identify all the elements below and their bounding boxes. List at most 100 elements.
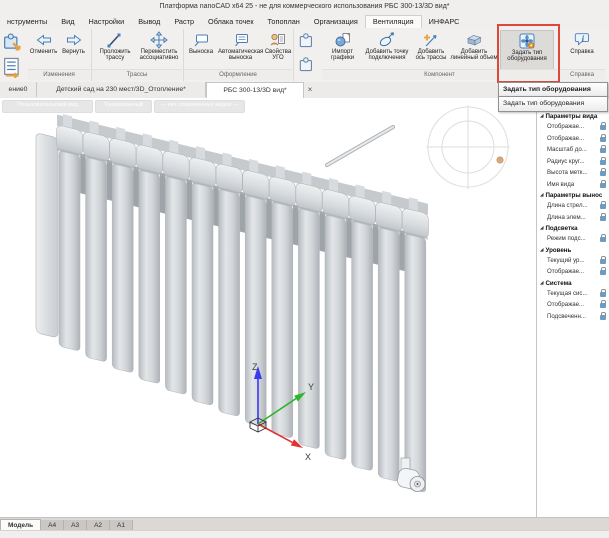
property-row[interactable]: Текущая сис... — [537, 288, 609, 300]
add-route-axis-button[interactable]: Добавить ось трассы — [413, 30, 449, 69]
panel-section-uroven[interactable]: ◢Уровень — [537, 245, 609, 255]
model-3d-canvas: Z Y X — [0, 98, 536, 517]
lock-icon[interactable] — [600, 204, 606, 209]
property-row[interactable]: Подсвеченн... — [537, 311, 609, 323]
property-row[interactable]: Режим подс... — [537, 233, 609, 245]
panel-section-sistema[interactable]: ◢Система — [537, 278, 609, 288]
axis-label-y: Y — [308, 382, 314, 392]
menu-item-organizatsiya[interactable]: Организация — [307, 15, 365, 28]
ribbon-group-trassy: Проложить трассу Переместить ассоциативн… — [91, 29, 184, 81]
undo-button[interactable]: Отменить — [29, 30, 58, 69]
menu-item-nastroyki[interactable]: Настройки — [81, 15, 131, 28]
radiator-model — [36, 108, 429, 494]
button-label: Добавить ось трассы — [416, 49, 447, 61]
property-row[interactable]: Длина элем... — [537, 212, 609, 224]
expander-icon[interactable]: ◢ — [540, 192, 543, 198]
diagonal-line-icon — [106, 31, 124, 49]
property-row[interactable]: Текущий ур... — [537, 255, 609, 267]
ribbon-group-label: Компонент — [322, 69, 557, 80]
doc-tab-otoplenie0[interactable]: ение0 — [0, 82, 37, 97]
button-label: Добавить точку подключения — [366, 49, 409, 61]
redo-button[interactable]: Вернуть — [59, 30, 88, 69]
ugo-properties-button[interactable]: Свойства УГО — [264, 30, 292, 69]
button-label: Добавить линейный объем — [450, 49, 497, 61]
ribbon-group-oformlenie: Выноска Автоматическая выноска Свойства … — [183, 29, 294, 81]
help-button[interactable]: i Справка — [565, 30, 599, 69]
property-row[interactable]: Длина стрел... — [537, 200, 609, 212]
orbit-compass — [426, 105, 510, 189]
ribbon-group-komponent: Импорт графики Добавить точку подключени… — [321, 29, 559, 81]
lock-icon[interactable] — [600, 315, 606, 320]
property-row[interactable]: Масштаб до... — [537, 144, 609, 156]
lock-icon[interactable] — [600, 160, 606, 165]
lock-icon[interactable] — [600, 148, 606, 153]
move-associative-button[interactable]: Переместить ассоциативно — [137, 30, 181, 69]
lock-icon[interactable] — [600, 303, 606, 308]
lock-icon[interactable] — [600, 216, 606, 221]
panel-section-parametry-vida[interactable]: ◢Параметры вида — [537, 111, 609, 121]
ribbon-group-spravka: i Справка Справка — [558, 29, 606, 81]
route-trace-button[interactable]: Проложить трассу — [94, 30, 136, 69]
plus-arrow-icon — [422, 31, 440, 49]
four-way-arrows-icon — [150, 31, 168, 49]
auto-leader-button[interactable]: Автоматическая выноска — [218, 30, 263, 69]
property-row[interactable]: Радиус круг... — [537, 156, 609, 168]
plugin-button-2[interactable] — [297, 31, 321, 55]
lock-icon[interactable] — [600, 292, 606, 297]
property-row[interactable]: Отображае... — [537, 133, 609, 145]
tooltip-title: Задать тип оборудования — [498, 82, 608, 97]
button-label: Проложить трассу — [100, 49, 131, 61]
expander-icon[interactable]: ◢ — [540, 225, 543, 231]
menu-item-instrumenty[interactable]: нструменты — [0, 15, 54, 28]
menu-item-rastr[interactable]: Растр — [167, 15, 201, 28]
list-sheet-icon — [1, 56, 23, 78]
panel-section-parametry-vynosok[interactable]: ◢Параметры вынос — [537, 190, 609, 200]
drawing-viewport[interactable]: Пользовательский вид Тонированный — нет … — [0, 98, 536, 517]
menu-item-infars[interactable]: ИНФАРС — [422, 15, 467, 28]
person-document-icon — [269, 31, 287, 49]
puzzle-icon — [297, 55, 317, 75]
plugin-button-3[interactable] — [297, 55, 321, 79]
expander-icon[interactable]: ◢ — [540, 280, 543, 286]
plugin-button[interactable] — [1, 31, 25, 55]
expander-icon[interactable]: ◢ — [540, 247, 543, 253]
menu-item-vyvod[interactable]: Вывод — [131, 15, 167, 28]
lock-icon[interactable] — [600, 270, 606, 275]
lock-icon[interactable] — [600, 125, 606, 130]
ribbon: Отменить Вернуть Изменения Проложить тра… — [0, 29, 609, 83]
lock-icon[interactable] — [600, 259, 606, 264]
menu-item-topoplan[interactable]: Топоплан — [261, 15, 307, 28]
property-row[interactable]: Отображае... — [537, 121, 609, 133]
property-row[interactable]: Имя вида — [537, 179, 609, 191]
button-label: Вернуть — [62, 49, 85, 55]
doc-tab-rbs-300-13[interactable]: РБС 300-13/3D вид* — [206, 82, 304, 99]
expander-icon[interactable]: ◢ — [540, 113, 543, 119]
lock-icon[interactable] — [600, 183, 606, 188]
form-button[interactable] — [1, 56, 25, 80]
sheet-tab-bar: Модель А4 А3 А2 А1 — [0, 517, 609, 531]
menu-item-vid[interactable]: Вид — [54, 15, 81, 28]
add-connection-point-button[interactable]: Добавить точку подключения — [362, 30, 412, 69]
property-row[interactable]: Отображае... — [537, 299, 609, 311]
property-row[interactable]: Высота метк... — [537, 167, 609, 179]
tab-close-icon[interactable]: × — [304, 82, 316, 97]
compass-dot — [497, 157, 503, 163]
panel-section-podsvetka[interactable]: ◢Подсветка — [537, 223, 609, 233]
property-row[interactable]: Отображае... — [537, 266, 609, 278]
puzzle-icon — [297, 31, 317, 51]
set-equipment-type-button[interactable]: Задать тип оборудования — [500, 30, 554, 71]
button-label: Справка — [570, 49, 594, 55]
import-graphics-button[interactable]: Импорт графики — [324, 30, 361, 69]
iso-box-icon — [465, 31, 483, 49]
add-linear-volume-button[interactable]: Добавить линейный объем — [450, 30, 498, 69]
lock-icon[interactable] — [600, 137, 606, 142]
leader-button[interactable]: Выноска — [185, 30, 217, 69]
doc-tab-detsky-sad[interactable]: Детский сад на 230 мест/3D_Отопление* — [37, 82, 206, 97]
menu-item-oblaka-tochek[interactable]: Облака точек — [201, 15, 261, 28]
menu-item-ventilyatsiya[interactable]: Вентиляция — [365, 15, 422, 28]
button-label: Задать тип оборудования — [507, 50, 546, 62]
tooltip-description: Задать тип оборудования — [498, 96, 608, 112]
lock-icon[interactable] — [600, 171, 606, 176]
lock-icon[interactable] — [600, 237, 606, 242]
redo-icon — [64, 31, 84, 49]
